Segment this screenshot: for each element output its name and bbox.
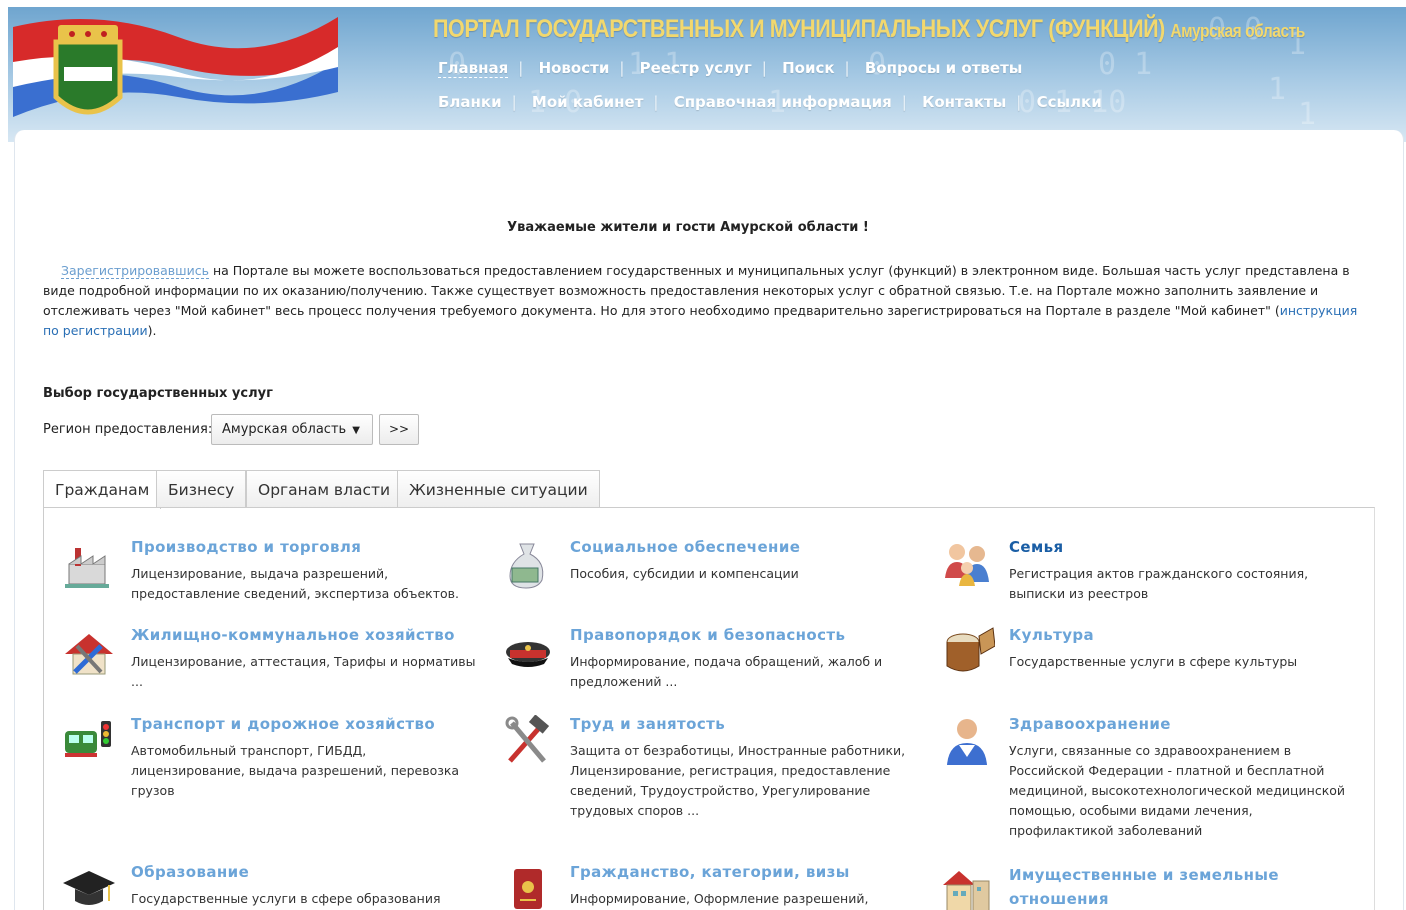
region-name: Амурская область [1170, 21, 1305, 41]
doctor-icon [947, 719, 987, 765]
passport-icon [514, 869, 542, 909]
nav-search[interactable]: Поиск [782, 59, 834, 77]
site-header: 01 0 1 11 00 1 10 0 10 0 11 11 ПОРТАЛ ГО… [8, 7, 1406, 142]
region-go-button[interactable]: >> [379, 414, 419, 445]
tab-authorities[interactable]: Органам власти [246, 470, 403, 508]
money-bag-icon [509, 543, 544, 589]
main-content: Уважаемые жители и гости Амурской област… [14, 130, 1404, 910]
services-selection-title: Выбор государственных услуг [43, 386, 273, 401]
region-select[interactable]: Амурская область ▼ [211, 414, 373, 445]
drum-icon [946, 627, 995, 672]
register-link[interactable]: Зарегистрировавшись [61, 263, 209, 279]
train-traffic-light-icon [65, 721, 111, 757]
caret-down-icon: ▼ [352, 425, 360, 436]
police-cap-icon [506, 642, 550, 667]
portal-title: ПОРТАЛ ГОСУДАРСТВЕННЫХ И МУНИЦИПАЛЬНЫХ У… [433, 15, 1305, 43]
tab-life-situations[interactable]: Жизненные ситуации [397, 470, 600, 508]
nav-reference-info[interactable]: Справочная информация [674, 93, 892, 111]
graduation-cap-icon [63, 871, 115, 905]
tab-citizens[interactable]: Гражданам [43, 470, 162, 509]
buildings-icon [943, 871, 990, 910]
main-nav-row-2: Бланки | Мой кабинет | Справочная информац… [438, 93, 1102, 111]
nav-forms[interactable]: Бланки [438, 93, 502, 111]
nav-my-cabinet[interactable]: Мой кабинет [532, 93, 643, 111]
hammer-wrench-icon [505, 715, 550, 763]
nav-home[interactable]: Главная [438, 59, 509, 78]
greeting-heading: Уважаемые жители и гости Амурской област… [507, 220, 869, 235]
nav-faq[interactable]: Вопросы и ответы [865, 59, 1022, 77]
intro-paragraph: Зарегистрировавшись на Портале вы можете… [43, 263, 1358, 338]
nav-contacts[interactable]: Контакты [922, 93, 1006, 111]
family-icon [945, 544, 989, 586]
region-label: Регион предоставления: [43, 422, 213, 437]
nav-links[interactable]: Ссылки [1037, 93, 1102, 111]
main-nav-row-1: Главная | Новости | Реестр услуг | Поиск | В… [438, 59, 1023, 78]
nav-news[interactable]: Новости [539, 59, 610, 77]
nav-service-registry[interactable]: Реестр услуг [640, 59, 752, 77]
amur-flag-emblem-icon [13, 17, 338, 117]
factory-icon [65, 548, 109, 588]
tab-business[interactable]: Бизнесу [156, 470, 247, 508]
house-tools-icon [65, 634, 113, 675]
